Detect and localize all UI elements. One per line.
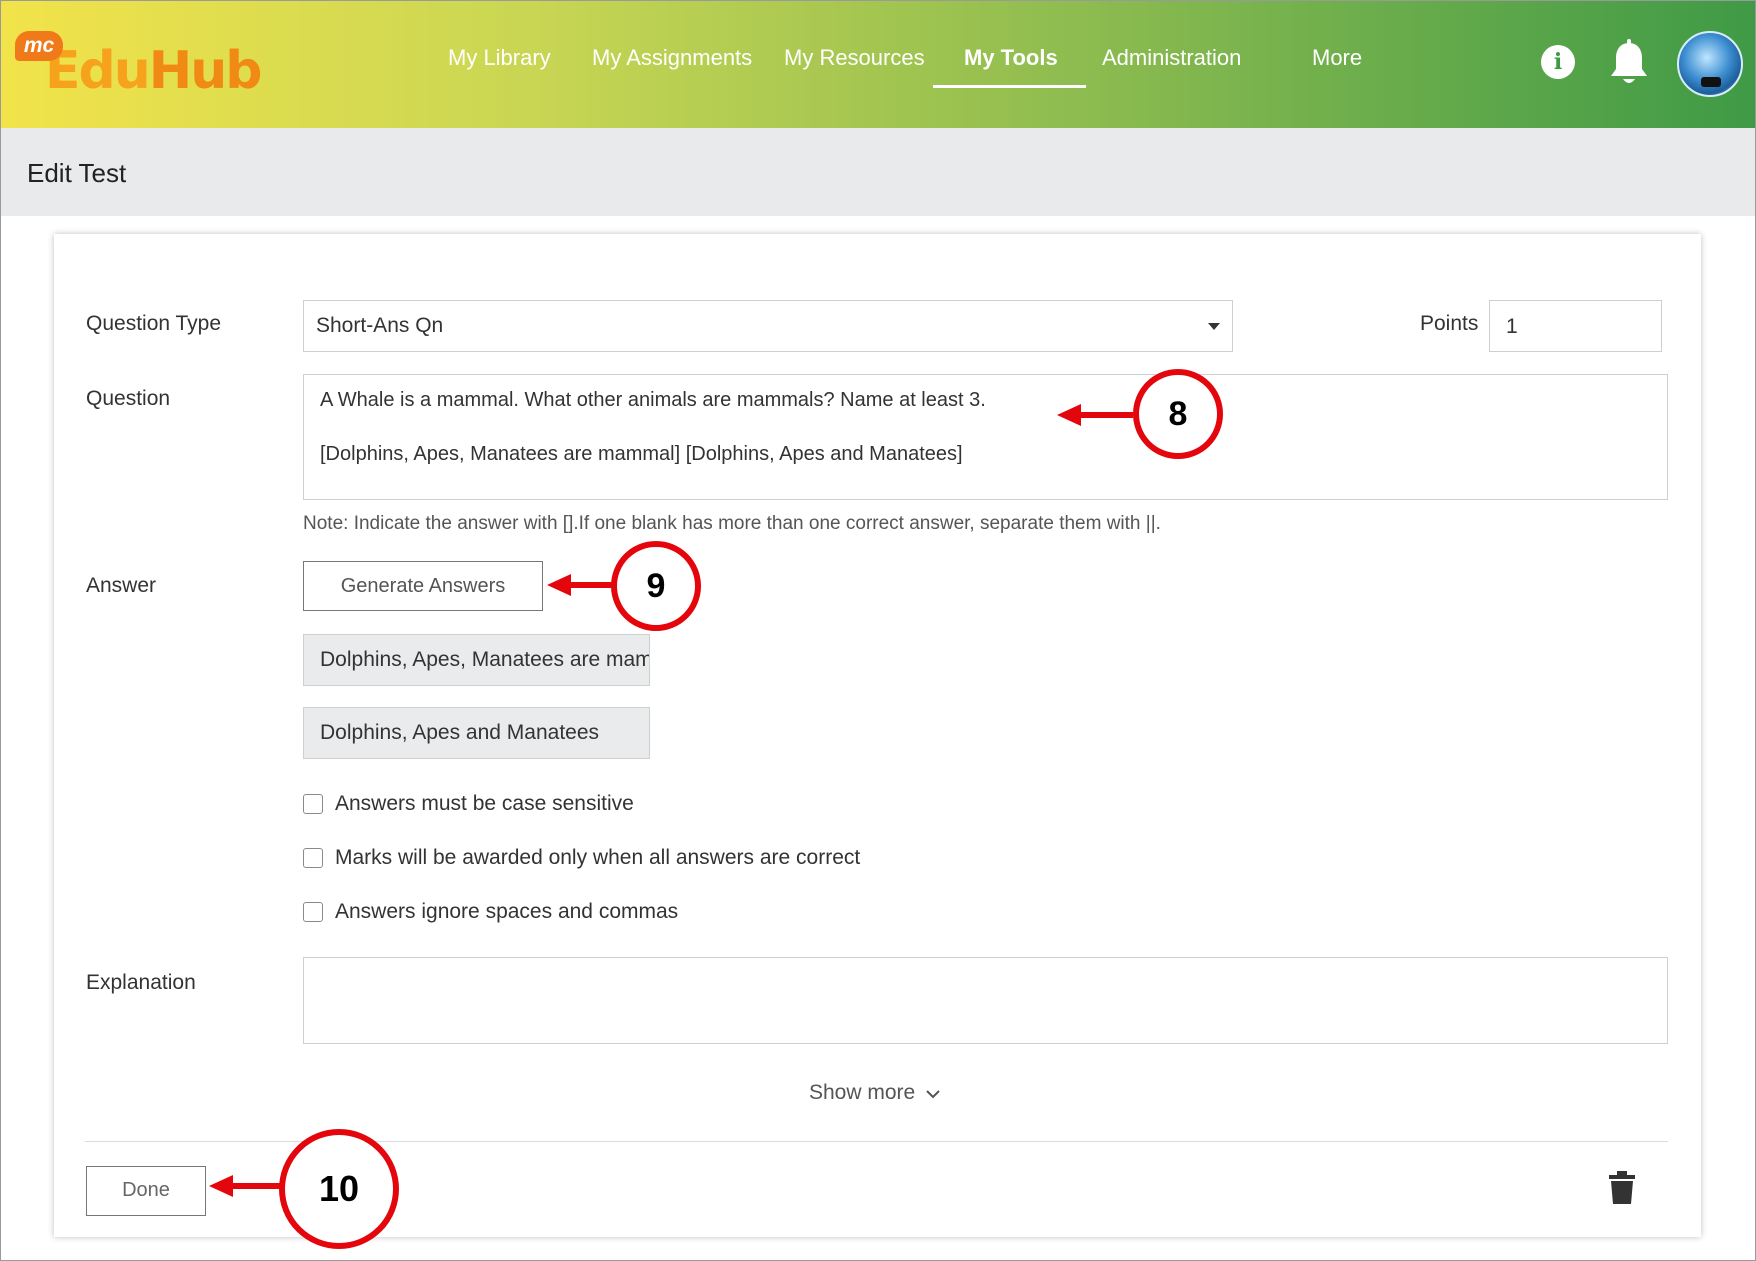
- question-textarea[interactable]: A Whale is a mammal. What other animals …: [303, 374, 1668, 500]
- question-type-label: Question Type: [86, 312, 222, 335]
- chevron-down-icon: [925, 1081, 941, 1105]
- user-avatar[interactable]: [1677, 31, 1743, 97]
- callout-10: 10: [279, 1129, 399, 1249]
- callout-8: 8: [1133, 369, 1223, 459]
- show-more-label: Show more: [809, 1081, 916, 1104]
- answer-format-note: Note: Indicate the answer with [].If one…: [303, 513, 1161, 534]
- active-tab-underline: [933, 85, 1086, 88]
- arrow-left-icon: [547, 572, 619, 603]
- case-sensitive-label: Answers must be case sensitive: [335, 792, 634, 815]
- app-window: EduHub mc My Library My Assignments My R…: [0, 0, 1756, 1261]
- show-more-toggle[interactable]: Show more: [809, 1081, 941, 1105]
- points-label: Points: [1420, 312, 1479, 335]
- all-correct-checkbox[interactable]: [303, 848, 323, 868]
- logo-badge: mc: [15, 31, 63, 61]
- arrow-left-icon: [209, 1173, 289, 1204]
- question-text-line: A Whale is a mammal. What other animals …: [320, 389, 986, 411]
- page-title: Edit Test: [27, 158, 127, 188]
- nav-my-tools[interactable]: My Tools: [964, 45, 1058, 71]
- nav-my-library[interactable]: My Library: [448, 45, 551, 71]
- generate-answers-button[interactable]: Generate Answers: [303, 561, 543, 611]
- answer-label: Answer: [86, 574, 157, 597]
- ignore-spaces-checkbox[interactable]: [303, 902, 323, 922]
- callout-9: 9: [611, 541, 701, 631]
- explanation-label: Explanation: [86, 971, 196, 994]
- avatar-bowtie: [1701, 77, 1721, 87]
- case-sensitive-checkbox[interactable]: [303, 794, 323, 814]
- points-input[interactable]: 1: [1489, 300, 1662, 352]
- explanation-textarea[interactable]: [303, 957, 1668, 1044]
- notification-bell-icon[interactable]: [1607, 39, 1651, 87]
- answer-field-2[interactable]: Dolphins, Apes and Manatees: [303, 707, 650, 759]
- nav-my-resources[interactable]: My Resources: [784, 45, 925, 71]
- all-correct-label: Marks will be awarded only when all answ…: [335, 846, 861, 869]
- logo-hub: Hub: [148, 41, 263, 101]
- question-answer-line: [Dolphins, Apes, Manatees are mammal] [D…: [320, 443, 963, 465]
- page-header-bar: Edit Test: [1, 128, 1755, 216]
- question-type-value: Short-Ans Qn: [316, 314, 444, 337]
- nav-administration[interactable]: Administration: [1102, 45, 1241, 71]
- nav-more[interactable]: More: [1312, 45, 1362, 71]
- question-type-select[interactable]: Short-Ans Qn: [303, 300, 1233, 352]
- ignore-spaces-label: Answers ignore spaces and commas: [335, 900, 679, 923]
- arrow-left-icon: [1057, 402, 1133, 433]
- info-icon[interactable]: i: [1541, 45, 1575, 79]
- trash-icon[interactable]: [1607, 1171, 1637, 1205]
- caret-down-icon: [1208, 323, 1220, 330]
- question-label: Question: [86, 387, 171, 410]
- logo-wordmark: EduHub: [45, 39, 263, 103]
- nav-my-assignments[interactable]: My Assignments: [592, 45, 752, 71]
- top-header: EduHub mc My Library My Assignments My R…: [1, 1, 1755, 128]
- eduhub-logo[interactable]: EduHub mc: [15, 31, 265, 101]
- answer-field-1[interactable]: Dolphins, Apes, Manatees are mammal: [303, 634, 650, 686]
- done-button[interactable]: Done: [86, 1166, 206, 1216]
